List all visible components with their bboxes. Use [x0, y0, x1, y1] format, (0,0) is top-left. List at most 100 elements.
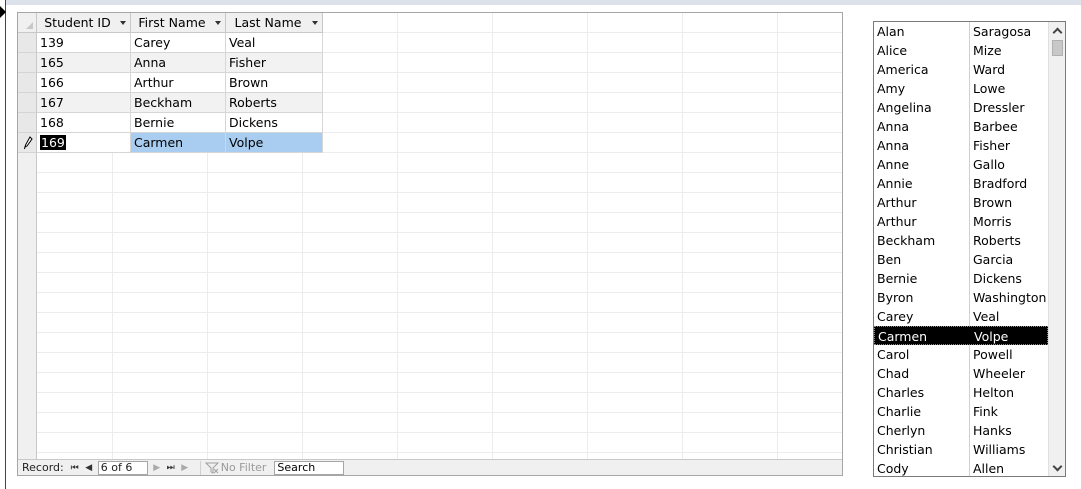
first-name-cell[interactable]: Bernie [131, 113, 226, 133]
record-selector[interactable] [18, 33, 37, 53]
student-id-cell[interactable]: 139 [37, 33, 131, 53]
column-header-label: Last Name [234, 15, 302, 30]
list-item-last-name: Veal [973, 309, 1000, 324]
list-scrollbar[interactable] [1048, 22, 1065, 476]
table-row[interactable]: 165 Anna Fisher [18, 53, 323, 73]
column-header-last-name[interactable]: Last Name [226, 13, 323, 33]
list-item[interactable]: Anne Gallo [874, 155, 1048, 174]
current-record-input[interactable]: 6 of 6 [97, 460, 148, 475]
list-item[interactable]: Ben Garcia [874, 250, 1048, 269]
first-name-cell[interactable]: Carey [131, 33, 226, 53]
list-item[interactable]: Christian Williams [874, 440, 1048, 459]
list-item[interactable]: Alan Saragosa [874, 22, 1048, 41]
record-label: Record: [22, 461, 64, 474]
first-name-cell[interactable]: Anna [131, 53, 226, 73]
first-name-cell[interactable]: Arthur [131, 73, 226, 93]
student-id-cell[interactable]: 168 [37, 113, 131, 133]
no-filter-button[interactable]: No Filter [199, 460, 266, 475]
list-item-first-name: Carol [877, 347, 910, 362]
list-item[interactable]: Cherlyn Hanks [874, 421, 1048, 440]
column-dropdown-icon[interactable] [310, 16, 320, 30]
search-input[interactable]: Search [274, 460, 345, 475]
list-item[interactable]: Anna Fisher [874, 136, 1048, 155]
list-item[interactable]: Alice Mize [874, 41, 1048, 60]
record-selector[interactable] [18, 93, 37, 113]
column-dropdown-icon[interactable] [213, 16, 223, 30]
student-id-cell[interactable]: 169 [37, 133, 131, 153]
list-item[interactable]: Arthur Brown [874, 193, 1048, 212]
list-item[interactable]: Byron Washington [874, 288, 1048, 307]
list-item-first-name: Cherlyn [877, 423, 926, 438]
first-name-cell[interactable]: Beckham [131, 93, 226, 113]
last-name-cell[interactable]: Fisher [226, 53, 323, 73]
list-item[interactable]: Anna Barbee [874, 117, 1048, 136]
list-item-first-name: Amy [877, 81, 906, 96]
last-name-cell[interactable]: Volpe [226, 133, 323, 153]
list-item-last-name: Fisher [973, 138, 1011, 153]
record-selector-current[interactable] [18, 133, 37, 153]
column-header-first-name[interactable]: First Name [131, 13, 226, 33]
list-item[interactable]: America Ward [874, 60, 1048, 79]
record-navigation-bar: Record: ⏮ ◀ 6 of 6 ▶ ⏭ ▶ No Filter Searc… [18, 459, 842, 475]
table-row[interactable]: 139 Carey Veal [18, 33, 323, 53]
first-name-cell[interactable]: Carmen [131, 133, 226, 153]
form-selector-arrow-icon[interactable] [0, 6, 6, 18]
previous-record-icon[interactable]: ◀ [82, 461, 96, 475]
list-item-last-name: Brown [973, 195, 1013, 210]
list-item[interactable]: Cody Allen [874, 459, 1048, 476]
scroll-up-icon[interactable] [1049, 22, 1065, 38]
table-row[interactable]: 168 Bernie Dickens [18, 113, 323, 133]
list-item[interactable]: Charles Helton [874, 383, 1048, 402]
student-list-box[interactable]: Alan Saragosa Alice Mize America Ward Amy Lowe A… [873, 21, 1066, 477]
table-row[interactable]: 166 Arthur Brown [18, 73, 323, 93]
list-item[interactable]: Carey Veal [874, 307, 1048, 326]
list-item-first-name: Anne [877, 157, 910, 172]
list-item[interactable]: Charlie Fink [874, 402, 1048, 421]
list-item-last-name: Washington [973, 290, 1047, 305]
window-top-strip [0, 0, 1081, 5]
record-selector[interactable] [18, 113, 37, 133]
list-item-first-name: Beckham [877, 233, 936, 248]
list-item[interactable]: Carol Powell [874, 345, 1048, 364]
first-record-icon[interactable]: ⏮ [68, 461, 82, 475]
list-item-first-name: Alice [877, 43, 908, 58]
next-record-icon[interactable]: ▶ [150, 461, 164, 475]
list-item[interactable]: Angelina Dressler [874, 98, 1048, 117]
list-item[interactable]: Arthur Morris [874, 212, 1048, 231]
list-item-selected[interactable]: Carmen Volpe [874, 326, 1048, 345]
list-item[interactable]: Beckham Roberts [874, 231, 1048, 250]
student-id-cell[interactable]: 165 [37, 53, 131, 73]
table-row[interactable]: 167 Beckham Roberts [18, 93, 323, 113]
list-item-last-name: Mize [973, 43, 1002, 58]
list-item-first-name: Carmen [878, 329, 928, 344]
student-id-cell[interactable]: 167 [37, 93, 131, 113]
list-item-last-name: Lowe [973, 81, 1006, 96]
list-item[interactable]: Annie Bradford [874, 174, 1048, 193]
list-item-last-name: Wheeler [973, 366, 1025, 381]
list-item-last-name: Dressler [973, 100, 1025, 115]
last-name-cell[interactable]: Brown [226, 73, 323, 93]
scroll-down-icon[interactable] [1049, 460, 1065, 476]
column-dropdown-icon[interactable] [118, 16, 128, 30]
select-all-corner[interactable] [18, 13, 37, 33]
new-record-icon[interactable]: ▶ [178, 461, 192, 475]
last-name-cell[interactable]: Roberts [226, 93, 323, 113]
list-item-last-name: Gallo [973, 157, 1005, 172]
list-item-first-name: America [877, 62, 929, 77]
list-item[interactable]: Chad Wheeler [874, 364, 1048, 383]
student-id-cell[interactable]: 166 [37, 73, 131, 93]
list-item-last-name: Roberts [973, 233, 1021, 248]
record-selector[interactable] [18, 73, 37, 93]
select-all-icon [26, 22, 33, 29]
list-rows: Alan Saragosa Alice Mize America Ward Amy Lowe A… [874, 22, 1048, 476]
list-item[interactable]: Bernie Dickens [874, 269, 1048, 288]
last-name-cell[interactable]: Dickens [226, 113, 323, 133]
last-name-cell[interactable]: Veal [226, 33, 323, 53]
record-selector[interactable] [18, 53, 37, 73]
table-row-current[interactable]: 169 Carmen Volpe [18, 133, 323, 153]
last-record-icon[interactable]: ⏭ [164, 461, 178, 475]
scrollbar-thumb[interactable] [1052, 40, 1063, 56]
list-item-first-name: Alan [877, 24, 905, 39]
list-item[interactable]: Amy Lowe [874, 79, 1048, 98]
column-header-student-id[interactable]: Student ID [37, 13, 131, 33]
